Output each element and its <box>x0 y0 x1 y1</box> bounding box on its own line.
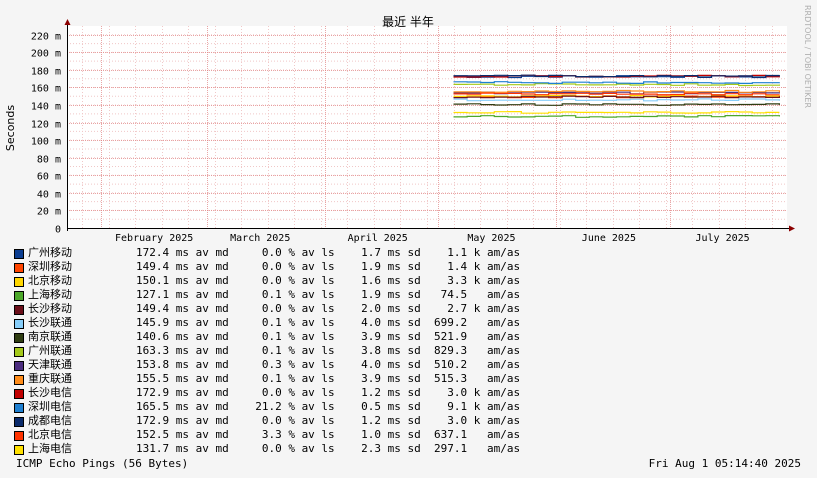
legend-swatch <box>14 361 24 371</box>
legend-series-name: 南京联通 <box>28 330 72 343</box>
x-tick-label: March 2025 <box>230 233 290 244</box>
footer-probe-description: ICMP Echo Pings (56 Bytes) <box>16 457 189 470</box>
x-tick-label: April 2025 <box>348 233 408 244</box>
y-tick-label: 80 m <box>37 155 61 166</box>
legend-swatch <box>14 403 24 413</box>
footer-timestamp: Fri Aug 1 05:14:40 2025 <box>648 457 801 470</box>
y-tick-label: 200 m <box>31 49 61 60</box>
legend-swatch <box>14 305 24 315</box>
y-tick-label: 60 m <box>37 172 61 183</box>
legend-swatch <box>14 417 24 427</box>
y-tick-label: 160 m <box>31 84 61 95</box>
legend-series-name: 上海移动 <box>28 288 72 301</box>
legend-series-stats: 150.1 ms av md 0.0 % av ls 1.6 ms sd 3.3… <box>136 274 521 287</box>
legend-series-stats: 172.9 ms av md 0.0 % av ls 1.2 ms sd 3.0… <box>136 386 521 399</box>
legend-swatch <box>14 291 24 301</box>
legend-series-stats: 152.5 ms av md 3.3 % av ls 1.0 ms sd 637… <box>136 428 521 441</box>
legend-series-name: 长沙电信 <box>28 386 72 399</box>
y-tick-label: 20 m <box>37 207 61 218</box>
legend-swatch <box>14 319 24 329</box>
x-tick-label: July 2025 <box>695 233 749 244</box>
legend-series-name: 成都电信 <box>28 414 72 427</box>
x-tick-label: May 2025 <box>467 233 515 244</box>
grid <box>67 26 787 228</box>
legend-swatch <box>14 389 24 399</box>
y-tick-label: 40 m <box>37 190 61 201</box>
legend-series-stats: 131.7 ms av md 0.0 % av ls 2.3 ms sd 297… <box>136 442 521 455</box>
rrdtool-watermark: RRDTOOL / TOBI OETIKER <box>803 5 812 108</box>
x-axis-arrow <box>789 225 795 232</box>
y-tick-label: 180 m <box>31 67 61 78</box>
y-tick-label: 220 m <box>31 32 61 43</box>
y-tick-label: 0 <box>55 225 61 236</box>
legend-series-name: 长沙移动 <box>28 302 72 315</box>
legend-series-stats: 149.4 ms av md 0.0 % av ls 1.9 ms sd 1.4… <box>136 260 521 273</box>
legend-series-name: 深圳电信 <box>28 400 72 413</box>
legend-series-stats: 140.6 ms av md 0.1 % av ls 3.9 ms sd 521… <box>136 330 521 343</box>
legend-series-stats: 149.4 ms av md 0.0 % av ls 2.0 ms sd 2.7… <box>136 302 521 315</box>
legend-swatch <box>14 333 24 343</box>
legend-swatch <box>14 445 24 455</box>
legend-series-name: 长沙联通 <box>28 316 72 329</box>
legend-series-stats: 163.3 ms av md 0.1 % av ls 3.8 ms sd 829… <box>136 344 521 357</box>
rrd-graph: 0 20 m 40 m 60 m 80 m 100 m 120 m 140 m 160 m 180… <box>0 0 817 478</box>
y-tick-label: 140 m <box>31 102 61 113</box>
legend-series-stats: 145.9 ms av md 0.1 % av ls 4.0 ms sd 699… <box>136 316 521 329</box>
legend-series-name: 上海电信 <box>28 442 72 455</box>
y-tick-label: 100 m <box>31 137 61 148</box>
legend-series-stats: 172.4 ms av md 0.0 % av ls 1.7 ms sd 1.1… <box>136 246 521 259</box>
legend-series-stats: 155.5 ms av md 0.1 % av ls 3.9 ms sd 515… <box>136 372 521 385</box>
legend-swatch <box>14 375 24 385</box>
y-tick-label: 120 m <box>31 120 61 131</box>
legend-series-name: 广州联通 <box>28 344 72 357</box>
legend-swatch <box>14 277 24 287</box>
y-axis-arrow <box>64 19 71 25</box>
legend-series-stats: 172.9 ms av md 0.0 % av ls 1.2 ms sd 3.0… <box>136 414 521 427</box>
x-tick-label: February 2025 <box>115 233 193 244</box>
legend-series-stats: 153.8 ms av md 0.3 % av ls 4.0 ms sd 510… <box>136 358 521 371</box>
legend-series-name: 重庆联通 <box>28 372 72 385</box>
chart-title: 最近 半年 <box>382 15 434 29</box>
legend-swatch <box>14 431 24 441</box>
legend-swatch <box>14 249 24 259</box>
legend-series-name: 深圳移动 <box>28 260 72 273</box>
legend-series-stats: 165.5 ms av md 21.2 % av ls 0.5 ms sd 9.… <box>136 400 521 413</box>
legend-series-stats: 127.1 ms av md 0.1 % av ls 1.9 ms sd 74.… <box>136 288 521 301</box>
legend-series-name: 北京移动 <box>28 274 72 287</box>
x-tick-label: June 2025 <box>582 233 636 244</box>
legend-swatch <box>14 347 24 357</box>
legend-series-name: 广州移动 <box>28 246 72 259</box>
legend-swatch <box>14 263 24 273</box>
y-axis-label: Seconds <box>4 105 17 151</box>
legend-series-name: 天津联通 <box>28 358 72 371</box>
legend-series-name: 北京电信 <box>28 428 72 441</box>
